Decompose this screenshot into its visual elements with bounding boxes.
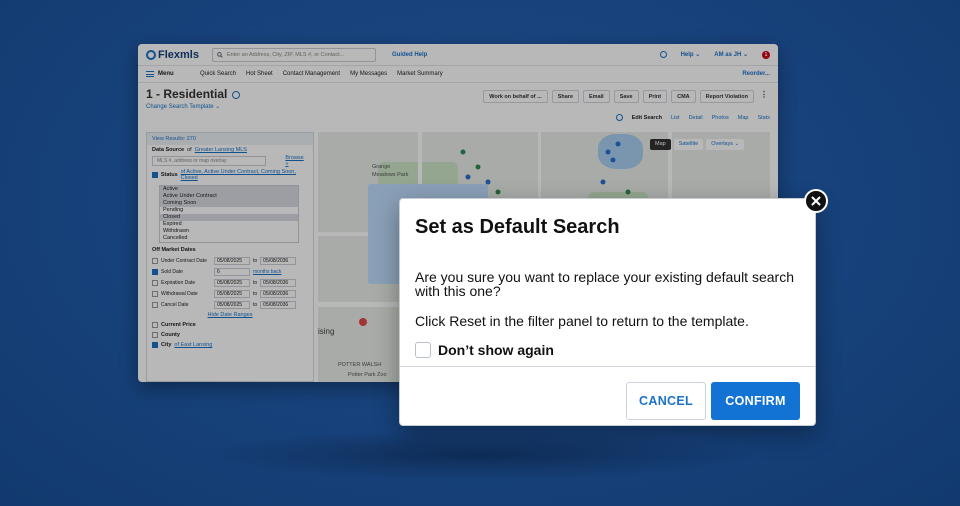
close-dialog-button[interactable] <box>804 189 828 213</box>
dialog-title: Set as Default Search <box>415 216 620 238</box>
dont-show-again-option[interactable]: Don’t show again <box>415 342 554 358</box>
dialog-hint: Click Reset in the filter panel to retur… <box>415 313 749 329</box>
dialog-divider <box>400 366 815 367</box>
drop-shadow <box>200 430 760 480</box>
confirm-button[interactable]: CONFIRM <box>711 382 800 420</box>
dont-show-again-label: Don’t show again <box>438 342 554 358</box>
close-icon <box>811 196 821 206</box>
dialog-question: Are you sure you want to replace your ex… <box>415 269 794 299</box>
cancel-button[interactable]: CANCEL <box>626 382 706 420</box>
dont-show-again-checkbox[interactable] <box>415 342 431 358</box>
set-default-search-dialog: Set as Default Search Are you sure you w… <box>399 198 816 426</box>
